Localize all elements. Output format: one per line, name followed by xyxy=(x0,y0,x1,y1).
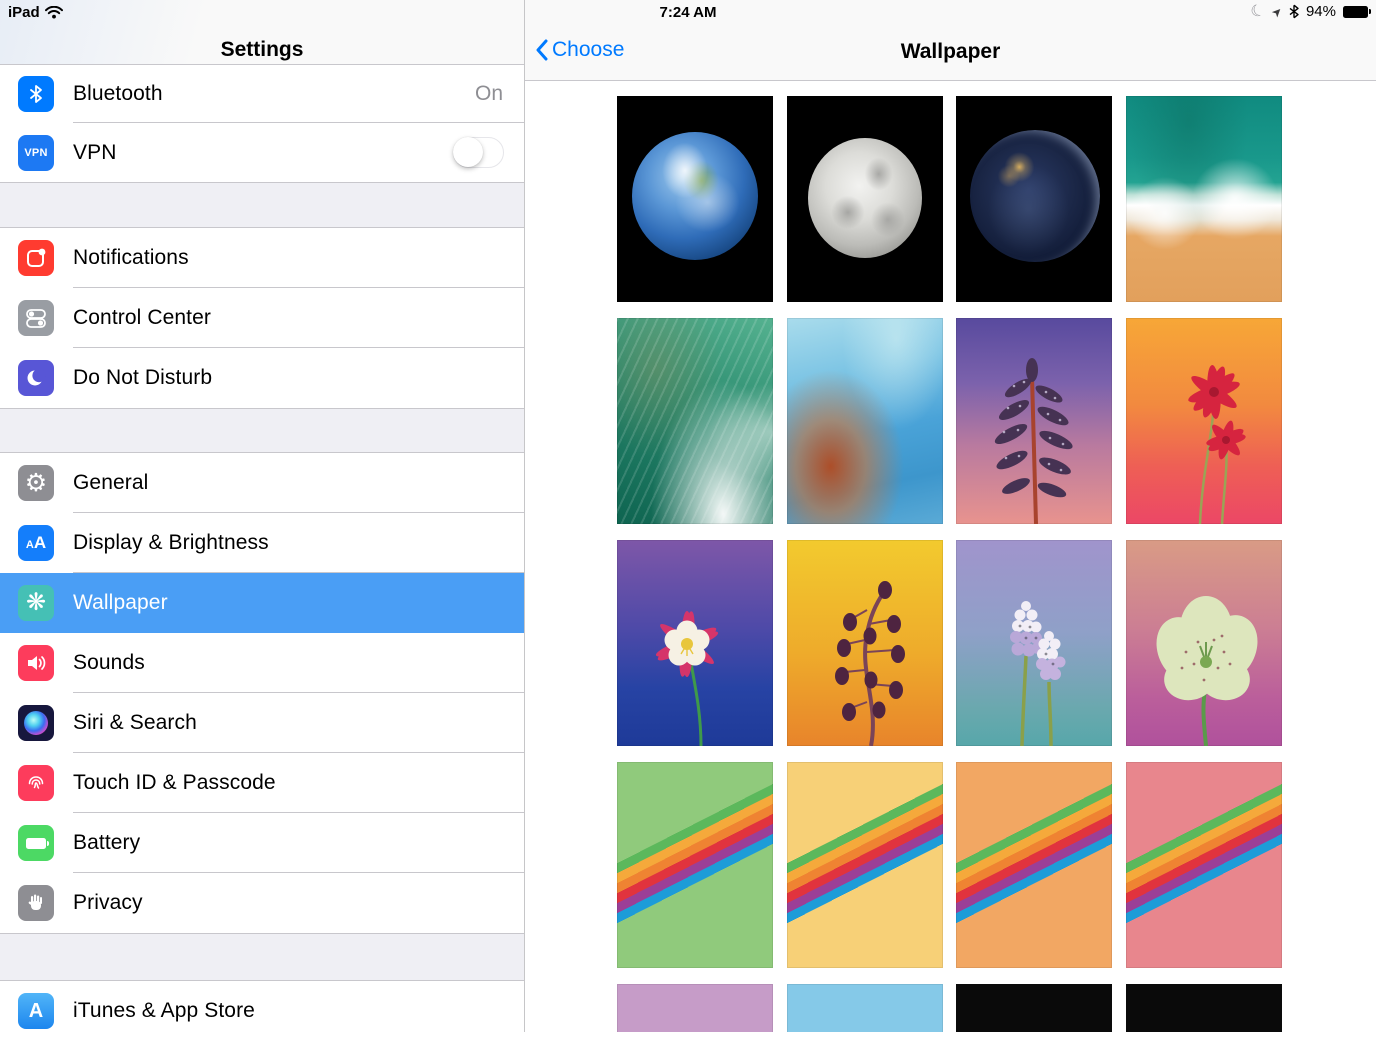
sidebar-item-label: Sounds xyxy=(73,651,145,675)
wallpaper-thumb-solid-black-2[interactable] xyxy=(1126,984,1282,1032)
sidebar-item-do-not-disturb[interactable]: Do Not Disturb xyxy=(0,348,524,408)
bluetooth-status-value: On xyxy=(475,82,503,106)
wallpaper-thumb-gloriosa-red-orange[interactable] xyxy=(1126,318,1282,524)
siri-icon xyxy=(18,705,54,741)
wallpaper-thumb-hellebore-pink-magenta[interactable] xyxy=(1126,540,1282,746)
wallpaper-pane: Choose Wallpaper xyxy=(525,0,1376,1032)
sounds-icon xyxy=(18,645,54,681)
location-icon: ➤ xyxy=(1268,3,1285,20)
wallpaper-thumb-solid-black-1[interactable] xyxy=(956,984,1112,1032)
sidebar-item-label: Notifications xyxy=(73,246,189,270)
general-gear-icon: ⚙ xyxy=(18,465,54,501)
sidebar-item-label: Touch ID & Passcode xyxy=(73,771,276,795)
app-store-icon: A xyxy=(18,993,54,1029)
sidebar-item-label: Wallpaper xyxy=(73,591,168,615)
settings-title: Settings xyxy=(0,38,524,62)
sidebar-item-label: iTunes & App Store xyxy=(73,999,255,1023)
wallpaper-thumb-aechmea-plant-pink[interactable] xyxy=(956,318,1112,524)
sidebar-item-touch-id[interactable]: Touch ID & Passcode xyxy=(0,753,524,813)
battery-percent: 94% xyxy=(1306,3,1336,20)
status-bar: iPad 7:24 AM ☾ ➤ 94% xyxy=(0,0,1376,26)
wallpaper-thumb-retro-stripes-yellow[interactable] xyxy=(787,762,943,968)
wallpaper-icon: ❋ xyxy=(18,585,54,621)
vpn-icon: VPN xyxy=(18,135,54,171)
wallpaper-thumb-retro-stripes-orange[interactable] xyxy=(956,762,1112,968)
sidebar-item-label: Battery xyxy=(73,831,140,855)
sidebar-item-bluetooth[interactable]: Bluetooth On xyxy=(0,64,524,123)
sidebar-item-privacy[interactable]: Privacy xyxy=(0,873,524,933)
toggle-knob xyxy=(453,137,483,167)
status-time: 7:24 AM xyxy=(0,4,1376,21)
wallpaper-thumb-retro-stripes-green[interactable] xyxy=(617,762,773,968)
bluetooth-icon xyxy=(18,76,54,112)
sidebar-item-label: Bluetooth xyxy=(73,82,163,106)
sidebar-item-vpn[interactable]: VPN VPN xyxy=(0,123,524,182)
sidebar-item-label: General xyxy=(73,471,148,495)
wallpaper-thumb-solid-light-blue[interactable] xyxy=(787,984,943,1032)
sidebar-item-display-brightness[interactable]: AA Display & Brightness xyxy=(0,513,524,573)
control-center-icon xyxy=(18,300,54,336)
wallpaper-thumb-ios10-green-wave[interactable] xyxy=(617,318,773,524)
sidebar-group-main: ⚙ General AA Display & Brightness ❋ Wall… xyxy=(0,452,524,934)
battery-icon xyxy=(1343,6,1368,18)
wallpaper-thumb-moon[interactable] xyxy=(787,96,943,302)
wallpaper-thumb-muscari-purple-teal[interactable] xyxy=(956,540,1112,746)
wallpaper-thumb-retro-stripes-pink[interactable] xyxy=(1126,762,1282,968)
sidebar-item-label: Privacy xyxy=(73,891,143,915)
sidebar-group-radios: Bluetooth On VPN VPN xyxy=(0,64,524,183)
sidebar-item-notifications[interactable]: Notifications xyxy=(0,228,524,288)
wallpaper-thumb-ios9-blue-ripple[interactable] xyxy=(787,318,943,524)
do-not-disturb-icon xyxy=(18,360,54,396)
wallpaper-thumb-earth-night[interactable] xyxy=(956,96,1112,302)
wallpaper-thumb-solid-lilac[interactable] xyxy=(617,984,773,1032)
sidebar-item-label: Siri & Search xyxy=(73,711,197,735)
battery-icon xyxy=(18,825,54,861)
sidebar-item-label: Do Not Disturb xyxy=(73,366,212,390)
sidebar-item-label: Display & Brightness xyxy=(73,531,269,555)
sidebar-item-itunes-app-store[interactable]: A iTunes & App Store xyxy=(0,981,524,1041)
sidebar-item-general[interactable]: ⚙ General xyxy=(0,453,524,513)
sidebar-group-notifications: Notifications Control Center Do Not Dist… xyxy=(0,227,524,409)
wallpaper-thumb-earth-day[interactable] xyxy=(617,96,773,302)
page-title: Wallpaper xyxy=(525,40,1376,64)
notifications-icon xyxy=(18,240,54,276)
status-right: ☾ ➤ 94% xyxy=(1251,3,1368,20)
sidebar-item-siri-search[interactable]: Siri & Search xyxy=(0,693,524,753)
bluetooth-status-icon xyxy=(1289,4,1299,19)
privacy-hand-icon xyxy=(18,885,54,921)
touch-id-icon xyxy=(18,765,54,801)
sidebar-item-label: Control Center xyxy=(73,306,211,330)
sidebar-item-wallpaper[interactable]: ❋ Wallpaper xyxy=(0,573,524,633)
sidebar-item-battery[interactable]: Battery xyxy=(0,813,524,873)
do-not-disturb-moon-icon: ☾ xyxy=(1248,2,1267,22)
vpn-toggle[interactable] xyxy=(453,137,504,168)
wallpaper-thumb-fritillaria-yellow-orange[interactable] xyxy=(787,540,943,746)
wallpaper-grid xyxy=(617,96,1282,1032)
display-brightness-icon: AA xyxy=(18,525,54,561)
wallpaper-thumb-columbine-purple-blue[interactable] xyxy=(617,540,773,746)
sidebar-item-control-center[interactable]: Control Center xyxy=(0,288,524,348)
sidebar-item-sounds[interactable]: Sounds xyxy=(0,633,524,693)
wallpaper-thumb-ios11-beach[interactable] xyxy=(1126,96,1282,302)
sidebar-item-label: VPN xyxy=(73,141,116,165)
settings-sidebar: Settings Bluetooth On VPN VPN Notificati… xyxy=(0,0,525,1032)
